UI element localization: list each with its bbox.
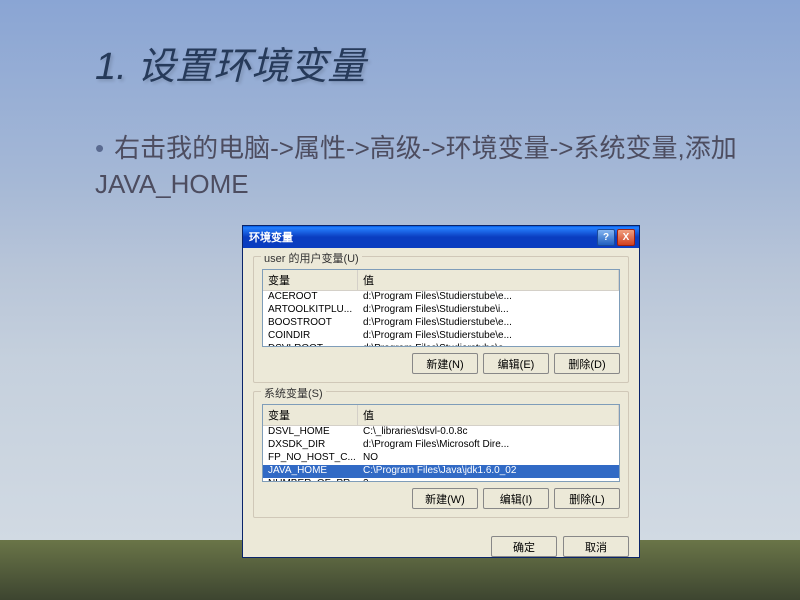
var-name: NUMBER_OF_PR... <box>263 478 358 482</box>
var-value: C:\Program Files\Java\jdk1.6.0_02 <box>358 465 619 478</box>
ok-button[interactable]: 确定 <box>491 536 557 557</box>
system-edit-button[interactable]: 编辑(I) <box>483 488 549 509</box>
col-var[interactable]: 变量 <box>263 270 358 290</box>
table-row[interactable]: DXSDK_DIRd:\Program Files\Microsoft Dire… <box>263 439 619 452</box>
slide-title: 1. 设置环境变量 <box>95 35 365 90</box>
bullet-text: •右击我的电脑->属性->高级->环境变量->系统变量,添加JAVA_HOME <box>95 130 740 203</box>
table-row[interactable]: COINDIRd:\Program Files\Studierstube\e..… <box>263 330 619 343</box>
user-vars-legend: user 的用户变量(U) <box>261 250 362 266</box>
user-vars-fieldset: user 的用户变量(U) 变量 值 ACEROOTd:\Program Fil… <box>253 256 629 383</box>
user-vars-header: 变量 值 <box>263 270 619 291</box>
var-name: BOOSTROOT <box>263 317 358 330</box>
system-vars-fieldset: 系统变量(S) 变量 值 DSVL_HOMEC:\_libraries\dsvl… <box>253 391 629 518</box>
user-vars-list[interactable]: 变量 值 ACEROOTd:\Program Files\Studierstub… <box>262 269 620 347</box>
var-value: NO <box>358 452 619 465</box>
var-name: ARTOOLKITPLU... <box>263 304 358 317</box>
table-row[interactable]: ARTOOLKITPLU...d:\Program Files\Studiers… <box>263 304 619 317</box>
system-vars-list[interactable]: 变量 值 DSVL_HOMEC:\_libraries\dsvl-0.0.8cD… <box>262 404 620 482</box>
table-row[interactable]: BOOSTROOTd:\Program Files\Studierstube\e… <box>263 317 619 330</box>
system-new-button[interactable]: 新建(W) <box>412 488 478 509</box>
user-delete-button[interactable]: 删除(D) <box>554 353 620 374</box>
var-name: DSVL_HOME <box>263 426 358 439</box>
table-row[interactable]: NUMBER_OF_PR...2 <box>263 478 619 482</box>
var-value: d:\Program Files\Studierstube\e... <box>358 343 619 347</box>
user-edit-button[interactable]: 编辑(E) <box>483 353 549 374</box>
help-button[interactable]: ? <box>597 229 615 246</box>
var-name: ACEROOT <box>263 291 358 304</box>
table-row[interactable]: FP_NO_HOST_C...NO <box>263 452 619 465</box>
var-name: DSVLROOT <box>263 343 358 347</box>
table-row[interactable]: JAVA_HOMEC:\Program Files\Java\jdk1.6.0_… <box>263 465 619 478</box>
var-name: DXSDK_DIR <box>263 439 358 452</box>
col-var[interactable]: 变量 <box>263 405 358 425</box>
close-button[interactable]: X <box>617 229 635 246</box>
env-var-dialog: 环境变量 ? X user 的用户变量(U) 变量 值 ACEROOTd:\Pr… <box>242 225 640 558</box>
var-value: 2 <box>358 478 619 482</box>
var-name: FP_NO_HOST_C... <box>263 452 358 465</box>
cancel-button[interactable]: 取消 <box>563 536 629 557</box>
bullet-content: 右击我的电脑->属性->高级->环境变量->系统变量,添加JAVA_HOME <box>95 133 737 199</box>
var-value: d:\Program Files\Studierstube\e... <box>358 317 619 330</box>
var-name: JAVA_HOME <box>263 465 358 478</box>
var-value: d:\Program Files\Studierstube\e... <box>358 330 619 343</box>
var-name: COINDIR <box>263 330 358 343</box>
table-row[interactable]: DSVLROOTd:\Program Files\Studierstube\e.… <box>263 343 619 347</box>
col-val[interactable]: 值 <box>358 405 619 425</box>
system-vars-legend: 系统变量(S) <box>261 385 326 401</box>
titlebar-text: 环境变量 <box>247 229 597 245</box>
col-val[interactable]: 值 <box>358 270 619 290</box>
table-row[interactable]: DSVL_HOMEC:\_libraries\dsvl-0.0.8c <box>263 426 619 439</box>
bullet-icon: • <box>95 130 104 166</box>
var-value: d:\Program Files\Studierstube\i... <box>358 304 619 317</box>
titlebar[interactable]: 环境变量 ? X <box>243 226 639 248</box>
dialog-body: user 的用户变量(U) 变量 值 ACEROOTd:\Program Fil… <box>243 248 639 534</box>
system-delete-button[interactable]: 删除(L) <box>554 488 620 509</box>
user-new-button[interactable]: 新建(N) <box>412 353 478 374</box>
system-vars-header: 变量 值 <box>263 405 619 426</box>
var-value: d:\Program Files\Studierstube\e... <box>358 291 619 304</box>
table-row[interactable]: ACEROOTd:\Program Files\Studierstube\e..… <box>263 291 619 304</box>
var-value: d:\Program Files\Microsoft Dire... <box>358 439 619 452</box>
var-value: C:\_libraries\dsvl-0.0.8c <box>358 426 619 439</box>
